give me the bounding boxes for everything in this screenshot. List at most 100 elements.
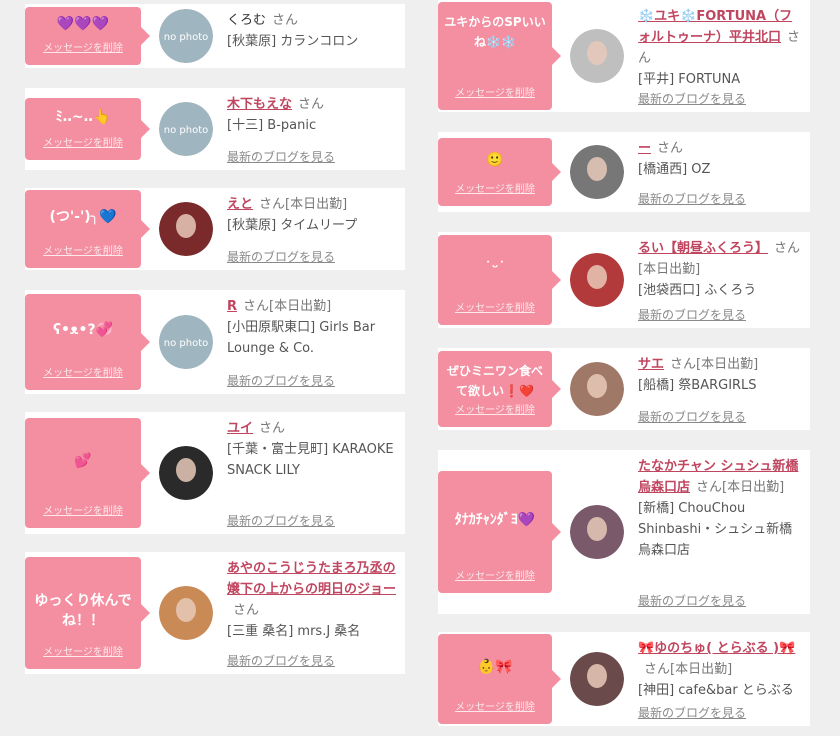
message-card: (つ'-')╮💙 メッセージを削除 えと さん[本日出勤] [秋葉原] タイムリープ 最新… (25, 188, 405, 270)
shop-name: [秋葉原] カランコロン (227, 34, 359, 49)
message-text: ﾀﾅｶﾁｬﾝﾀﾞﾖ💜 (454, 512, 536, 528)
message-text: ʕ•ᴥ•?💞 (52, 322, 114, 338)
message-bubble: ユキからのSPいいね❄️❄️ メッセージを削除 (438, 2, 561, 110)
latest-blog-link[interactable]: 最新のブログを見る (227, 372, 335, 389)
delete-message-link[interactable]: メッセージを削除 (25, 242, 141, 257)
delete-message-link[interactable]: メッセージを削除 (438, 180, 552, 195)
sender-suffix: さん (233, 603, 260, 618)
shop-name: [新橋] ChouChou Shinbashi・シュシュ新橋烏森口店 (638, 501, 793, 558)
avatar-image: no photo (159, 315, 213, 369)
message-text: 🙂 (486, 152, 504, 168)
message-text: ゆっくり休んでね！！ (34, 593, 132, 629)
avatar-image: no photo (159, 9, 213, 63)
delete-message-link[interactable]: メッセージを削除 (25, 39, 141, 54)
avatar[interactable] (159, 202, 213, 256)
sender-info: ーさん [橋通西] OZ (638, 138, 802, 180)
sender-info: ユイ さん [千葉・富士見町] KARAOKE SNACK LILY (227, 418, 397, 481)
avatar-image (570, 253, 624, 307)
shop-name: [千葉・富士見町] KARAOKE SNACK LILY (227, 442, 394, 478)
sender-info: るい【朝昼ふくろう】 さん[本日出勤] [池袋西口] ふくろう (638, 238, 802, 301)
avatar[interactable] (570, 652, 624, 706)
avatar[interactable]: no photo (159, 315, 213, 369)
avatar[interactable] (570, 253, 624, 307)
sender-name-link[interactable]: ユイ (227, 421, 253, 436)
face-shape (176, 598, 196, 622)
delete-message-link[interactable]: メッセージを削除 (438, 698, 552, 713)
delete-message-link[interactable]: メッセージを削除 (438, 299, 552, 314)
message-bubble: 👶🎀 メッセージを削除 (438, 634, 561, 724)
latest-blog-link[interactable]: 最新のブログを見る (227, 248, 335, 265)
avatar[interactable] (159, 446, 213, 500)
latest-blog-link[interactable]: 最新のブログを見る (638, 408, 746, 425)
message-bubble: ﾀﾅｶﾁｬﾝﾀﾞﾖ💜 メッセージを削除 (438, 471, 561, 593)
sender-info: くろむ さん [秋葉原] カランコロン (227, 10, 397, 52)
message-bubble: ˙ᵕ˙ メッセージを削除 (438, 235, 561, 325)
shop-name: [池袋西口] ふくろう (638, 283, 757, 298)
delete-message-link[interactable]: メッセージを削除 (25, 643, 141, 658)
message-card: ゆっくり休んでね！！ メッセージを削除 あやのこうじうたまろ乃丞の嬢下の上からの明日… (25, 552, 405, 674)
sender-name-link[interactable]: ❄️ユキ❄️FORTUNA（フォルトゥーナ）平井北口 (638, 9, 792, 45)
sender-suffix: さん[本日出勤] (243, 299, 332, 314)
message-bubble: ゆっくり休んでね！！ メッセージを削除 (25, 557, 150, 669)
delete-message-link[interactable]: メッセージを削除 (25, 502, 141, 517)
avatar-image: no photo (159, 102, 213, 156)
latest-blog-link[interactable]: 最新のブログを見る (638, 90, 746, 107)
sender-name-link[interactable]: 木下もえな (227, 97, 292, 112)
avatar[interactable]: no photo (159, 9, 213, 63)
sender-info: サエ さん[本日出勤] [船橋] 祭BARGIRLS (638, 354, 802, 396)
sender-name-link[interactable]: えと (227, 197, 253, 212)
delete-message-link[interactable]: メッセージを削除 (438, 401, 552, 416)
shop-name: [平井] FORTUNA (638, 72, 741, 87)
sender-name-line: R さん[本日出勤] (227, 296, 397, 317)
sender-suffix: さん (298, 97, 325, 112)
sender-suffix: さん[本日出勤] (696, 480, 785, 495)
face-shape (587, 517, 607, 541)
delete-message-link[interactable]: メッセージを削除 (438, 567, 552, 582)
shop-name: [橋通西] OZ (638, 162, 711, 177)
sender-info: 🎀ゆのちゅ( とらぶる )🎀 さん[本日出勤] [神田] cafe&bar とらぶる (638, 638, 802, 701)
sender-name-line: ユイ さん (227, 418, 397, 439)
message-card: ˙ᵕ˙ メッセージを削除 るい【朝昼ふくろう】 さん[本日出勤] [池袋西口] ふくろう… (438, 232, 810, 328)
face-shape (587, 41, 607, 65)
sender-name-link[interactable]: 🎀ゆのちゅ( とらぶる )🎀 (638, 641, 795, 656)
sender-suffix: さん (657, 141, 684, 156)
avatar[interactable] (570, 362, 624, 416)
sender-name-link[interactable]: ー (638, 141, 651, 156)
sender-suffix: さん[本日出勤] (670, 357, 759, 372)
latest-blog-link[interactable]: 最新のブログを見る (227, 148, 335, 165)
message-text: ﾐ‥~‥👆 (55, 109, 111, 125)
avatar[interactable]: no photo (159, 102, 213, 156)
sender-name-link[interactable]: るい【朝昼ふくろう】 (638, 241, 768, 256)
sender-name-link[interactable]: R (227, 299, 237, 314)
latest-blog-link[interactable]: 最新のブログを見る (638, 704, 746, 721)
message-card: 🙂 メッセージを削除 ーさん [橋通西] OZ 最新のブログを見る (438, 132, 810, 212)
latest-blog-link[interactable]: 最新のブログを見る (638, 306, 746, 323)
avatar[interactable] (159, 586, 213, 640)
sender-name-line: あやのこうじうたまろ乃丞の嬢下の上からの明日のジョーさん (227, 558, 397, 621)
latest-blog-link[interactable]: 最新のブログを見る (227, 512, 335, 529)
avatar-image (159, 446, 213, 500)
message-card: 💜💜💜 メッセージを削除 no photo くろむ さん [秋葉原] カランコロン (25, 4, 405, 68)
avatar[interactable] (570, 29, 624, 83)
face-shape (176, 458, 196, 482)
sender-name-link[interactable]: あやのこうじうたまろ乃丞の嬢下の上からの明日のジョー (227, 561, 396, 597)
message-bubble: 🙂 メッセージを削除 (438, 138, 561, 206)
delete-message-link[interactable]: メッセージを削除 (25, 364, 141, 379)
face-shape (176, 214, 196, 238)
delete-message-link[interactable]: メッセージを削除 (438, 84, 552, 99)
shop-name: [神田] cafe&bar とらぶる (638, 683, 794, 698)
sender-name-link[interactable]: サエ (638, 357, 664, 372)
sender-name-line: くろむ さん (227, 10, 397, 31)
latest-blog-link[interactable]: 最新のブログを見る (638, 592, 746, 609)
sender-info: ❄️ユキ❄️FORTUNA（フォルトゥーナ）平井北口 さん [平井] FORTUNA (638, 6, 802, 90)
latest-blog-link[interactable]: 最新のブログを見る (638, 190, 746, 207)
avatar[interactable] (570, 505, 624, 559)
delete-message-link[interactable]: メッセージを削除 (25, 134, 141, 149)
shop-name: [十三] B-panic (227, 118, 317, 133)
avatar[interactable] (570, 145, 624, 199)
shop-name: [小田原駅東口] Girls Bar Lounge & Co. (227, 320, 376, 356)
message-text: ユキからのSPいいね❄️❄️ (444, 15, 546, 49)
message-bubble: ʕ•ᴥ•?💞 メッセージを削除 (25, 294, 150, 390)
message-card: ぜひミニワン食べて欲しい❗️❤️ メッセージを削除 サエ さん[本日出勤] [船橋] 祭… (438, 348, 810, 430)
latest-blog-link[interactable]: 最新のブログを見る (227, 652, 335, 669)
